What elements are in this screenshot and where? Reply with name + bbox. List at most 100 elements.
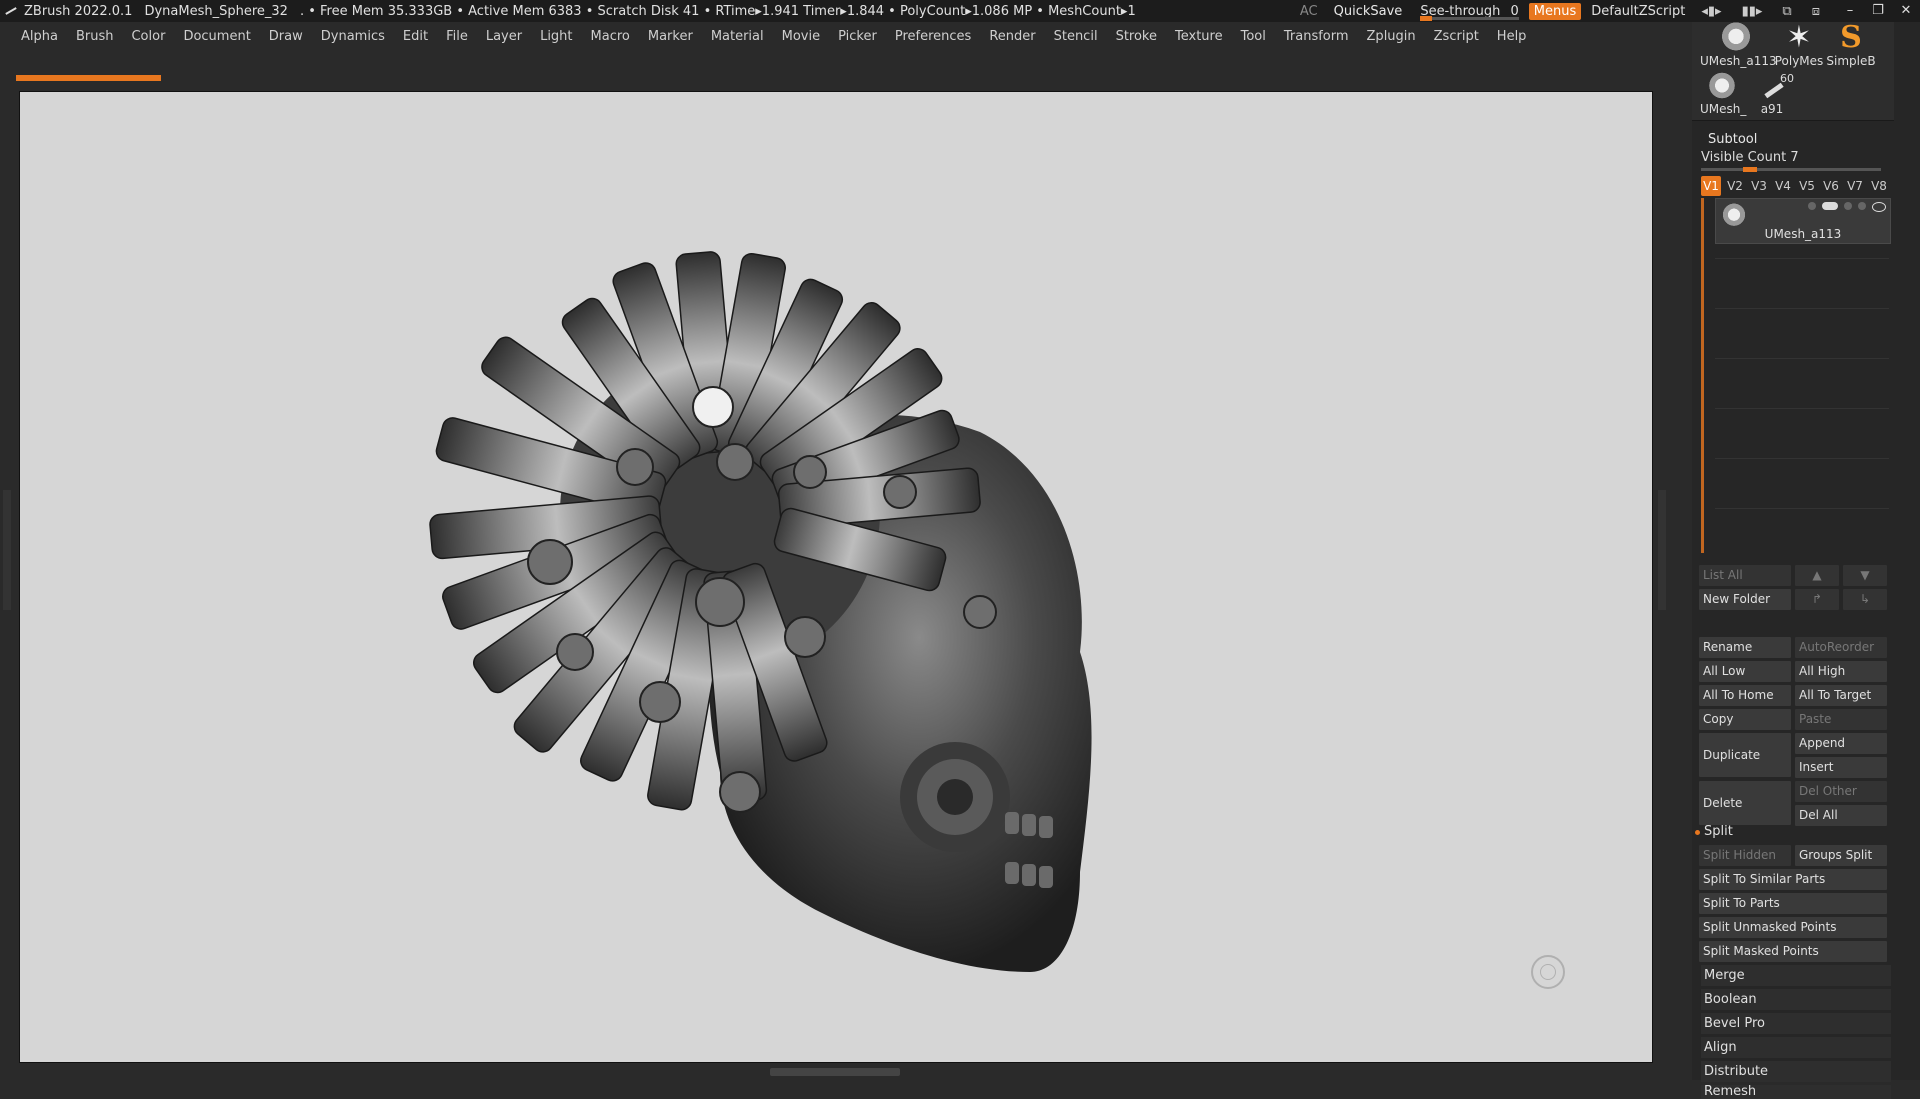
tab-v3[interactable]: V3 (1749, 176, 1769, 196)
menu-material[interactable]: Material (702, 29, 773, 44)
tool-thumb-umesh-small[interactable]: UMesh_ (1700, 72, 1746, 118)
tab-v5[interactable]: V5 (1797, 176, 1817, 196)
menu-render[interactable]: Render (980, 29, 1044, 44)
menu-edit[interactable]: Edit (394, 29, 437, 44)
menu-light[interactable]: Light (531, 29, 581, 44)
paste-button[interactable]: Paste (1795, 709, 1887, 730)
distribute-section[interactable]: Distribute (1701, 1061, 1891, 1082)
tab-v6[interactable]: V6 (1821, 176, 1841, 196)
split-hidden-button[interactable]: Split Hidden (1699, 845, 1791, 866)
menu-stencil[interactable]: Stencil (1045, 29, 1107, 44)
ac-indicator[interactable]: AC (1294, 4, 1324, 19)
eye-icon[interactable] (1872, 202, 1886, 212)
menu-texture[interactable]: Texture (1166, 29, 1232, 44)
navigation-gizmo-icon[interactable] (1531, 955, 1565, 989)
menu-zscript[interactable]: Zscript (1425, 29, 1488, 44)
tab-v4[interactable]: V4 (1773, 176, 1793, 196)
del-all-button[interactable]: Del All (1795, 805, 1887, 826)
menu-dynamics[interactable]: Dynamics (312, 29, 394, 44)
append-button[interactable]: Append (1795, 733, 1887, 754)
tab-v2[interactable]: V2 (1725, 176, 1745, 196)
menu-zplugin[interactable]: Zplugin (1358, 29, 1425, 44)
menu-document[interactable]: Document (174, 29, 259, 44)
menu-help[interactable]: Help (1488, 29, 1536, 44)
split-similar-parts-button[interactable]: Split To Similar Parts (1699, 869, 1887, 890)
all-low-button[interactable]: All Low (1699, 661, 1791, 682)
window-icon[interactable]: ⧈ (1812, 4, 1820, 19)
insert-button[interactable]: Insert (1795, 757, 1887, 778)
see-through-slider[interactable]: See-through 0 (1412, 4, 1524, 21)
move-folder-up-icon[interactable]: ↱ (1795, 589, 1839, 610)
bevel-pro-section[interactable]: Bevel Pro (1701, 1013, 1891, 1034)
restore-icon[interactable]: ❐ (1864, 0, 1892, 22)
subtool-list-scrollbar[interactable] (1701, 198, 1704, 553)
list-all-button[interactable]: List All (1699, 565, 1791, 586)
new-folder-button[interactable]: New Folder (1699, 589, 1791, 610)
polypaint-toggle-icon[interactable] (1822, 202, 1838, 210)
dynamic-icon[interactable] (1858, 202, 1866, 210)
see-through-knob[interactable] (1420, 15, 1433, 21)
menu-alpha[interactable]: Alpha (12, 29, 67, 44)
quicksave-button[interactable]: QuickSave (1324, 4, 1413, 19)
skull-thumb-icon (1718, 22, 1754, 54)
tab-icon[interactable]: ⧉ (1782, 4, 1791, 19)
split-to-parts-button[interactable]: Split To Parts (1699, 893, 1887, 914)
menu-tool[interactable]: Tool (1232, 29, 1275, 44)
menu-preferences[interactable]: Preferences (886, 29, 980, 44)
tool-thumb-polymesh[interactable]: PolyMes (1774, 22, 1824, 70)
merge-section[interactable]: Merge (1701, 965, 1891, 986)
menu-draw[interactable]: Draw (260, 29, 312, 44)
menu-transform[interactable]: Transform (1275, 29, 1358, 44)
tool-thumb-umesh[interactable]: UMesh_a113 (1700, 22, 1777, 70)
groups-split-button[interactable]: Groups Split (1795, 845, 1887, 866)
duplicate-button[interactable]: Duplicate (1699, 733, 1791, 777)
menu-layer[interactable]: Layer (477, 29, 531, 44)
remesh-section[interactable]: Remesh (1701, 1085, 1891, 1099)
delete-button[interactable]: Delete (1699, 781, 1791, 825)
move-down-icon[interactable]: ▼ (1843, 565, 1887, 586)
subtool-section-title[interactable]: Subtool (1708, 132, 1757, 147)
tab-v1[interactable]: V1 (1701, 176, 1721, 196)
move-folder-down-icon[interactable]: ↳ (1843, 589, 1887, 610)
menus-toggle-button[interactable]: Menus (1528, 2, 1582, 20)
layout-right-icon[interactable]: ▮▮▸ (1742, 4, 1763, 19)
move-up-icon[interactable]: ▲ (1795, 565, 1839, 586)
menu-picker[interactable]: Picker (829, 29, 886, 44)
copy-button[interactable]: Copy (1699, 709, 1791, 730)
all-to-target-button[interactable]: All To Target (1795, 685, 1887, 706)
left-tray-handle[interactable] (3, 490, 11, 610)
split-unmasked-points-button[interactable]: Split Unmasked Points (1699, 917, 1887, 938)
bottom-tray-handle[interactable] (770, 1068, 900, 1076)
split-section-title[interactable]: Split (1704, 824, 1733, 839)
menu-marker[interactable]: Marker (639, 29, 702, 44)
layout-left-icon[interactable]: ◂▮▸ (1701, 4, 1721, 19)
minimize-icon[interactable]: – (1836, 0, 1864, 22)
tab-v8[interactable]: V8 (1869, 176, 1889, 196)
menu-movie[interactable]: Movie (773, 29, 829, 44)
menu-file[interactable]: File (437, 29, 477, 44)
tab-v7[interactable]: V7 (1845, 176, 1865, 196)
align-section[interactable]: Align (1701, 1037, 1891, 1058)
tool-thumb-simplebrush[interactable]: S SimpleB (1826, 22, 1876, 70)
folder-icon[interactable] (1844, 202, 1852, 210)
canvas-viewport[interactable] (19, 91, 1653, 1063)
tool-thumb-a91[interactable]: 60 a91 (1750, 72, 1794, 118)
auto-reorder-button[interactable]: AutoReorder (1795, 637, 1887, 658)
menu-stroke[interactable]: Stroke (1107, 29, 1166, 44)
all-high-button[interactable]: All High (1795, 661, 1887, 682)
default-zscript-button[interactable]: DefaultZScript (1585, 4, 1691, 19)
split-masked-points-button[interactable]: Split Masked Points (1699, 941, 1887, 962)
visible-count-knob[interactable] (1742, 167, 1757, 172)
right-tray-handle[interactable] (1658, 490, 1666, 610)
menu-macro[interactable]: Macro (582, 29, 639, 44)
menu-color[interactable]: Color (122, 29, 174, 44)
close-icon[interactable]: ✕ (1892, 0, 1920, 22)
all-to-home-button[interactable]: All To Home (1699, 685, 1791, 706)
visible-count-track[interactable] (1701, 168, 1881, 171)
del-other-button[interactable]: Del Other (1795, 781, 1887, 802)
brush-mode-icon[interactable] (1808, 202, 1816, 210)
boolean-section[interactable]: Boolean (1701, 989, 1891, 1010)
rename-button[interactable]: Rename (1699, 637, 1791, 658)
subtool-item[interactable]: UMesh_a113 (1715, 198, 1891, 244)
menu-brush[interactable]: Brush (67, 29, 123, 44)
